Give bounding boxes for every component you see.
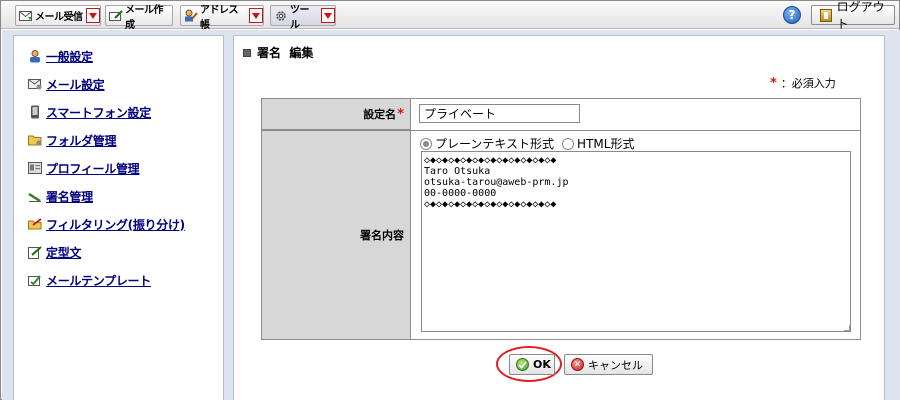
required-note-text: ：必須入力 (780, 77, 836, 90)
tools-button[interactable]: ツール (270, 5, 336, 31)
content-panel: 署名 編集 * ：必須入力 設定名 * 署名内容 プレーンテキスト形式 HTML… (233, 35, 885, 400)
name-label: 設定名 (363, 108, 397, 121)
sidebar-item-label[interactable]: メールテンプレート (46, 272, 151, 289)
user-icon (28, 49, 42, 63)
mail-settings-icon (28, 77, 42, 91)
mail-receive-label: メール受信 (35, 12, 83, 23)
sidebar: 一般設定 メール設定 スマートフォン設定 フォルダ管理 プロフィール管理 署名管… (13, 35, 224, 400)
html-label[interactable]: HTML形式 (577, 135, 634, 152)
plain-text-label[interactable]: プレーンテキスト形式 (435, 135, 554, 152)
filter-icon (28, 217, 42, 231)
address-book-icon (184, 9, 198, 23)
tools-label: ツール (290, 4, 310, 31)
logout-door-icon (820, 8, 832, 22)
sidebar-item-label[interactable]: プロフィール管理 (46, 160, 140, 177)
logout-label: ログアウト (836, 0, 885, 31)
sidebar-item-profile[interactable]: プロフィール管理 (28, 159, 140, 177)
folder-icon (28, 133, 42, 147)
pen-icon (28, 189, 42, 203)
sidebar-item-filtering[interactable]: フィルタリング(振り分け) (28, 215, 185, 233)
name-label-cell: 設定名 * (262, 99, 411, 130)
sidebar-item-folder[interactable]: フォルダ管理 (28, 131, 117, 149)
tools-dropdown-icon[interactable] (321, 8, 335, 23)
sidebar-item-label[interactable]: 署名管理 (46, 188, 93, 205)
name-input[interactable] (419, 104, 580, 123)
ok-button[interactable]: OK (509, 354, 555, 375)
smartphone-icon (28, 105, 42, 119)
sidebar-item-label[interactable]: フィルタリング(振り分け) (46, 216, 185, 233)
mail-receive-dropdown-icon[interactable] (85, 8, 100, 23)
page-title: 署名 編集 (243, 44, 313, 61)
check-icon (516, 358, 529, 371)
sidebar-item-mail-settings[interactable]: メール設定 (28, 75, 105, 93)
close-icon: ✕ (571, 358, 584, 371)
title-bullet-icon (243, 48, 251, 57)
mail-compose-label: メール作成 (125, 4, 164, 31)
plain-text-radio[interactable] (420, 137, 432, 150)
logout-button[interactable]: ログアウト (811, 0, 895, 31)
signature-form: 設定名 * 署名内容 プレーンテキスト形式 HTML形式 ◇◆◇◆◇◆◇◆◇◆◇… (261, 98, 861, 340)
sidebar-item-label[interactable]: 定型文 (46, 244, 81, 261)
content-label: 署名内容 (360, 229, 404, 242)
sidebar-item-label[interactable]: メール設定 (46, 76, 105, 93)
sidebar-item-template-text[interactable]: 定型文 (28, 243, 81, 261)
required-note: * ：必須入力 (770, 75, 836, 91)
content-label-cell: 署名内容 (262, 131, 411, 339)
ok-label: OK (533, 358, 551, 371)
mail-compose-button[interactable]: メール作成 (105, 5, 173, 31)
mail-receive-button[interactable]: メール受信 (15, 5, 101, 26)
mail-compose-icon (109, 9, 123, 23)
sidebar-item-general[interactable]: 一般設定 (28, 47, 93, 65)
template-text-icon (28, 245, 42, 259)
address-book-label: アドレス帳 (200, 4, 239, 31)
resize-grip-icon[interactable] (844, 325, 850, 331)
cancel-label: キャンセル (588, 358, 643, 372)
cancel-button[interactable]: ✕ キャンセル (564, 354, 653, 375)
required-star: * (770, 75, 777, 91)
html-radio[interactable] (562, 137, 575, 150)
app-frame: メール受信 メール作成 アドレス帳 ツール ? ログアウト 一般設定 メール設定… (0, 0, 900, 400)
sidebar-item-label[interactable]: 一般設定 (46, 48, 93, 65)
page-title-text: 署名 編集 (257, 46, 314, 60)
help-icon[interactable]: ? (783, 6, 801, 24)
format-radio-group: プレーンテキスト形式 HTML形式 (420, 135, 642, 152)
signature-textarea[interactable]: ◇◆◇◆◇◆◇◆◇◆◇◆◇◆◇◆◇◆◇◆◇◆ Taro Otsuka otsuk… (421, 151, 851, 332)
sidebar-item-label[interactable]: スマートフォン設定 (46, 104, 151, 121)
sidebar-item-smartphone[interactable]: スマートフォン設定 (28, 103, 151, 121)
gear-icon (274, 9, 288, 23)
sidebar-item-label[interactable]: フォルダ管理 (46, 132, 117, 149)
profile-icon (28, 161, 42, 175)
address-book-dropdown-icon[interactable] (249, 8, 263, 23)
mail-template-icon (28, 273, 42, 287)
address-book-button[interactable]: アドレス帳 (180, 5, 264, 31)
sidebar-item-signature[interactable]: 署名管理 (28, 187, 93, 205)
name-required-star: * (397, 106, 404, 122)
toolbar: メール受信 メール作成 アドレス帳 ツール ? ログアウト (1, 0, 899, 31)
sidebar-item-mail-template[interactable]: メールテンプレート (28, 271, 151, 289)
mail-receive-icon (19, 9, 33, 23)
